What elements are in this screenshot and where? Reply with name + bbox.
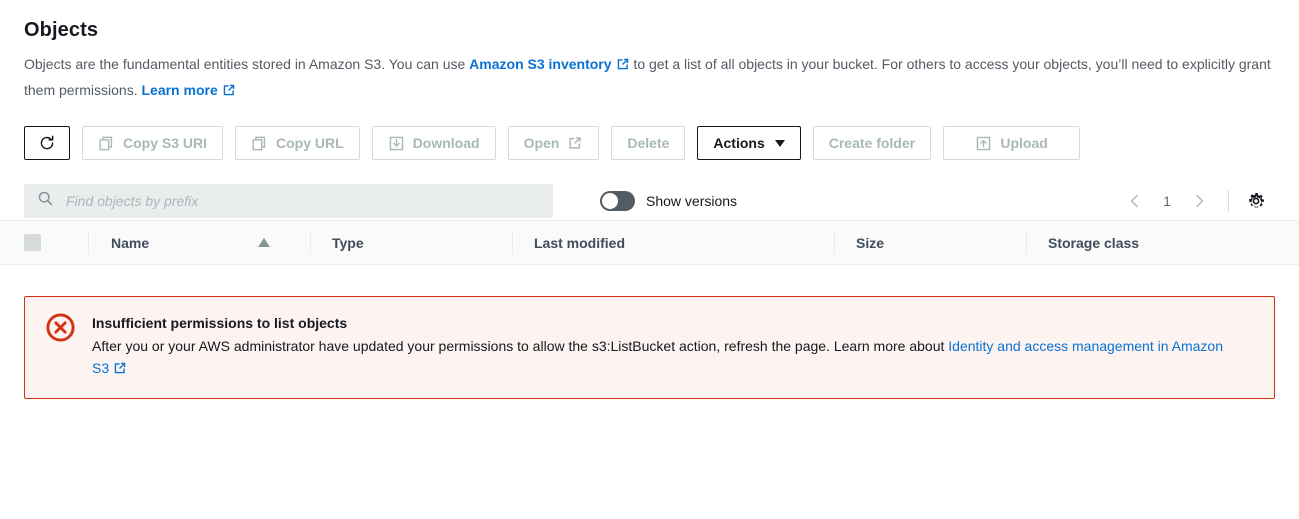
- error-alert-title: Insufficient permissions to list objects: [92, 315, 348, 331]
- sort-ascending-icon: [258, 238, 270, 247]
- search-input[interactable]: [64, 192, 540, 210]
- copy-icon: [98, 135, 115, 152]
- column-header-storage-class[interactable]: Storage class: [1026, 221, 1275, 264]
- column-divider: [512, 232, 513, 254]
- show-versions-label: Show versions: [646, 193, 738, 209]
- upload-label: Upload: [1000, 135, 1048, 151]
- learn-more-link[interactable]: Learn more: [141, 82, 217, 98]
- page-description-part1: Objects are the fundamental entities sto…: [24, 56, 470, 72]
- external-link-icon: [222, 80, 236, 104]
- column-header-type[interactable]: Type: [310, 221, 512, 264]
- copy-url-label: Copy URL: [276, 135, 344, 151]
- external-link-icon: [616, 54, 630, 78]
- toggle-knob: [602, 193, 618, 209]
- objects-table-header: Name Type Last modified Size Storage cla…: [0, 220, 1299, 265]
- pagination: 1: [1118, 184, 1275, 218]
- upload-button[interactable]: Upload: [943, 126, 1081, 160]
- external-link-icon: [567, 135, 583, 151]
- search-objects-box[interactable]: [24, 184, 553, 218]
- error-alert-message: After you or your AWS administrator have…: [92, 338, 949, 354]
- refresh-button[interactable]: [24, 126, 70, 160]
- open-button[interactable]: Open: [507, 126, 600, 160]
- error-alert-text: After you or your AWS administrator have…: [92, 333, 1232, 381]
- copy-icon: [251, 135, 268, 152]
- next-page-button[interactable]: [1182, 184, 1216, 218]
- download-icon: [388, 135, 405, 152]
- column-divider: [1026, 232, 1027, 254]
- create-folder-button[interactable]: Create folder: [812, 126, 932, 160]
- column-header-storage-class-label: Storage class: [1048, 234, 1140, 251]
- error-circle-x-icon: [45, 312, 76, 348]
- delete-label: Delete: [627, 135, 670, 151]
- actions-button[interactable]: Actions: [697, 126, 801, 160]
- download-label: Download: [412, 135, 480, 151]
- error-alert: Insufficient permissions to list objects…: [24, 296, 1275, 399]
- pagination-divider: [1228, 190, 1229, 212]
- create-folder-label: Create folder: [828, 135, 916, 151]
- column-header-name-label: Name: [111, 234, 150, 251]
- previous-page-button[interactable]: [1118, 184, 1152, 218]
- gear-icon: [1249, 193, 1264, 209]
- refresh-icon: [38, 134, 56, 152]
- filter-row: Show versions 1: [24, 160, 1275, 220]
- copy-s3-uri-button[interactable]: Copy S3 URI: [82, 126, 224, 160]
- column-divider: [310, 232, 311, 254]
- column-divider: [88, 232, 89, 254]
- page-description: Objects are the fundamental entities sto…: [24, 42, 1275, 104]
- download-button[interactable]: Download: [371, 126, 496, 160]
- chevron-right-icon: [1196, 194, 1204, 208]
- column-header-size[interactable]: Size: [834, 221, 1026, 264]
- show-versions-toggle-wrap: Show versions: [600, 191, 737, 211]
- column-header-type-label: Type: [332, 234, 364, 251]
- actions-label: Actions: [713, 135, 765, 151]
- select-all-cell: [24, 221, 88, 264]
- objects-page: Objects Objects are the fundamental enti…: [0, 0, 1299, 519]
- column-header-name[interactable]: Name: [88, 221, 310, 264]
- column-header-size-label: Size: [856, 234, 885, 251]
- page-title: Objects: [24, 19, 99, 41]
- error-alert-body: Insufficient permissions to list objects…: [92, 312, 1232, 381]
- open-label: Open: [523, 135, 560, 151]
- upload-icon: [975, 135, 992, 152]
- external-link-icon: [113, 359, 127, 381]
- delete-button[interactable]: Delete: [611, 126, 686, 160]
- column-header-last-modified-label: Last modified: [534, 234, 626, 251]
- show-versions-toggle[interactable]: [600, 191, 635, 211]
- column-divider: [834, 232, 835, 254]
- preferences-button[interactable]: [1241, 186, 1271, 216]
- page-number-1[interactable]: 1: [1152, 193, 1182, 209]
- copy-s3-uri-label: Copy S3 URI: [123, 135, 208, 151]
- column-header-last-modified[interactable]: Last modified: [512, 221, 834, 264]
- chevron-left-icon: [1130, 194, 1138, 208]
- objects-toolbar: Copy S3 URI Copy URL Download Open Delet…: [24, 104, 1275, 160]
- amazon-s3-inventory-link[interactable]: Amazon S3 inventory: [469, 56, 611, 72]
- select-all-checkbox[interactable]: [24, 234, 41, 251]
- search-icon: [37, 190, 54, 212]
- chevron-down-icon: [774, 139, 785, 147]
- copy-url-button[interactable]: Copy URL: [235, 126, 360, 160]
